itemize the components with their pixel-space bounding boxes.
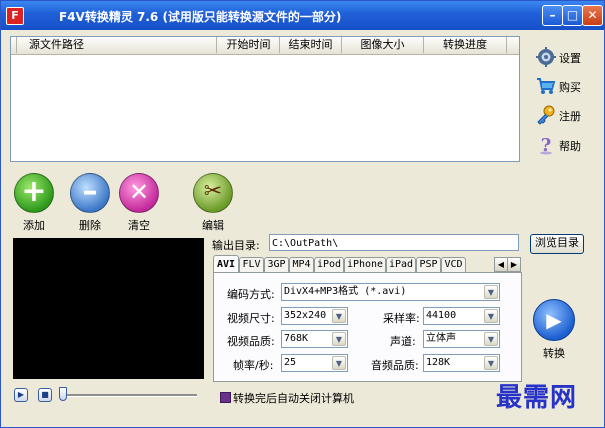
clear-button[interactable]: ✕ 清空 <box>116 173 162 233</box>
clear-label: 清空 <box>128 219 150 232</box>
chevron-down-icon: ▼ <box>484 356 498 370</box>
video-quality-value: 768K <box>284 333 309 344</box>
minimize-button[interactable]: – <box>542 5 563 26</box>
sample-rate-value: 44100 <box>426 310 457 321</box>
delete-button[interactable]: – 删除 <box>67 173 113 233</box>
settings-panel: 编码方式: DivX4+MP3格式 (*.avi) ▼ 视频尺寸: 352x24… <box>213 272 522 382</box>
column-start-time[interactable]: 开始时间 <box>218 37 280 53</box>
chevron-down-icon: ▼ <box>332 332 346 346</box>
minus-icon: – <box>70 173 110 213</box>
auto-shutdown-checkbox[interactable] <box>220 392 231 403</box>
sidebar-item-label: 帮助 <box>559 140 581 153</box>
auto-shutdown-label: 转换完后自动关闭计算机 <box>233 392 354 405</box>
tab-psp[interactable]: PSP <box>416 257 441 272</box>
plus-icon: + <box>14 173 54 213</box>
tab-3gp[interactable]: 3GP <box>264 257 289 272</box>
sample-rate-select[interactable]: 44100 ▼ <box>423 307 500 325</box>
audio-quality-value: 128K <box>426 357 451 368</box>
help-icon: ? <box>540 135 552 155</box>
output-dir-field[interactable]: C:\OutPath\ <box>269 234 519 251</box>
sidebar-item-register[interactable]: 注册 <box>534 103 600 127</box>
encoder-value: DivX4+MP3格式 (*.avi) <box>284 286 407 297</box>
title-bar[interactable]: F F4V转换精灵 7.6 (试用版只能转换源文件的一部分) – □ ✕ <box>1 1 604 30</box>
play-button[interactable]: ▶ <box>14 388 28 402</box>
sample-rate-label: 采样率: <box>383 312 420 325</box>
close-button[interactable]: ✕ <box>582 5 603 26</box>
watermark: 最需网 <box>496 383 578 413</box>
tab-mp4[interactable]: MP4 <box>289 257 314 272</box>
x-icon: ✕ <box>119 173 159 213</box>
video-size-label: 视频尺寸: <box>227 312 275 325</box>
seek-track[interactable] <box>59 394 197 397</box>
edit-button[interactable]: ✂ 编辑 <box>190 173 236 233</box>
file-list[interactable]: 源文件路径 开始时间 结束时间 图像大小 转换进度 <box>10 36 520 162</box>
fps-value: 25 <box>284 357 297 368</box>
sidebar-item-label: 注册 <box>559 110 581 123</box>
sidebar-item-label: 设置 <box>559 52 581 65</box>
sidebar-item-settings[interactable]: 设置 <box>534 45 600 69</box>
scissors-icon: ✂ <box>193 173 233 213</box>
add-label: 添加 <box>23 219 45 232</box>
tab-scroll-left-icon[interactable]: ◀ <box>494 257 508 272</box>
channels-select[interactable]: 立体声 ▼ <box>423 330 500 348</box>
key-icon <box>537 105 555 125</box>
tab-flv[interactable]: FLV <box>239 257 264 272</box>
tab-ipad[interactable]: iPad <box>386 257 416 272</box>
cart-icon <box>537 78 556 94</box>
chevron-down-icon: ▼ <box>484 285 498 299</box>
chevron-down-icon: ▼ <box>332 309 346 323</box>
tab-vcd[interactable]: VCD <box>441 257 466 272</box>
output-dir-label: 输出目录: <box>212 239 260 252</box>
column-progress[interactable]: 转换进度 <box>424 37 507 53</box>
browse-button[interactable]: 浏览目录 <box>530 234 584 254</box>
video-size-select[interactable]: 352x240 ▼ <box>281 307 348 325</box>
encoder-select[interactable]: DivX4+MP3格式 (*.avi) ▼ <box>281 283 500 301</box>
stop-button[interactable]: ■ <box>38 388 52 402</box>
tab-scroll-right-icon[interactable]: ▶ <box>507 257 521 272</box>
fps-label: 帧率/秒: <box>233 359 274 372</box>
sidebar-item-label: 购买 <box>559 81 581 94</box>
tab-ipod[interactable]: iPod <box>314 257 344 272</box>
window-title: F4V转换精灵 7.6 (试用版只能转换源文件的一部分) <box>59 10 342 24</box>
audio-quality-label: 音频品质: <box>371 359 419 372</box>
column-image-size[interactable]: 图像大小 <box>342 37 424 53</box>
video-quality-select[interactable]: 768K ▼ <box>281 330 348 348</box>
video-size-value: 352x240 <box>284 310 327 321</box>
fps-select[interactable]: 25 ▼ <box>281 354 348 372</box>
add-button[interactable]: + 添加 <box>11 173 57 233</box>
play-icon: ▶ <box>533 299 575 341</box>
column-source-path[interactable]: 源文件路径 <box>17 37 217 53</box>
convert-button[interactable]: ▶ 转换 <box>531 299 577 360</box>
seek-slider-handle[interactable] <box>59 387 67 401</box>
video-preview <box>13 238 204 379</box>
main-window: F F4V转换精灵 7.6 (试用版只能转换源文件的一部分) – □ ✕ 源文件… <box>0 0 605 428</box>
chevron-down-icon: ▼ <box>484 309 498 323</box>
chevron-down-icon: ▼ <box>332 356 346 370</box>
edit-label: 编辑 <box>202 219 224 232</box>
maximize-button[interactable]: □ <box>562 5 583 26</box>
channels-label: 声道: <box>390 335 416 348</box>
tab-iphone[interactable]: iPhone <box>344 257 386 272</box>
audio-quality-select[interactable]: 128K ▼ <box>423 354 500 372</box>
encoder-label: 编码方式: <box>227 288 275 301</box>
sidebar-item-help[interactable]: ? 帮助 <box>534 133 600 157</box>
gear-icon <box>536 47 556 67</box>
sidebar-item-buy[interactable]: 购买 <box>534 74 600 98</box>
chevron-down-icon: ▼ <box>484 332 498 346</box>
app-icon: F <box>6 7 24 25</box>
channels-value: 立体声 <box>426 333 456 344</box>
convert-label: 转换 <box>543 347 565 360</box>
video-quality-label: 视频品质: <box>227 335 275 348</box>
format-tabs: AVI FLV 3GP MP4 iPod iPhone iPad PSP VCD… <box>213 255 521 273</box>
file-list-header: 源文件路径 开始时间 结束时间 图像大小 转换进度 <box>11 37 519 55</box>
tab-avi[interactable]: AVI <box>213 255 239 273</box>
column-end-time[interactable]: 结束时间 <box>280 37 342 53</box>
delete-label: 删除 <box>79 219 101 232</box>
